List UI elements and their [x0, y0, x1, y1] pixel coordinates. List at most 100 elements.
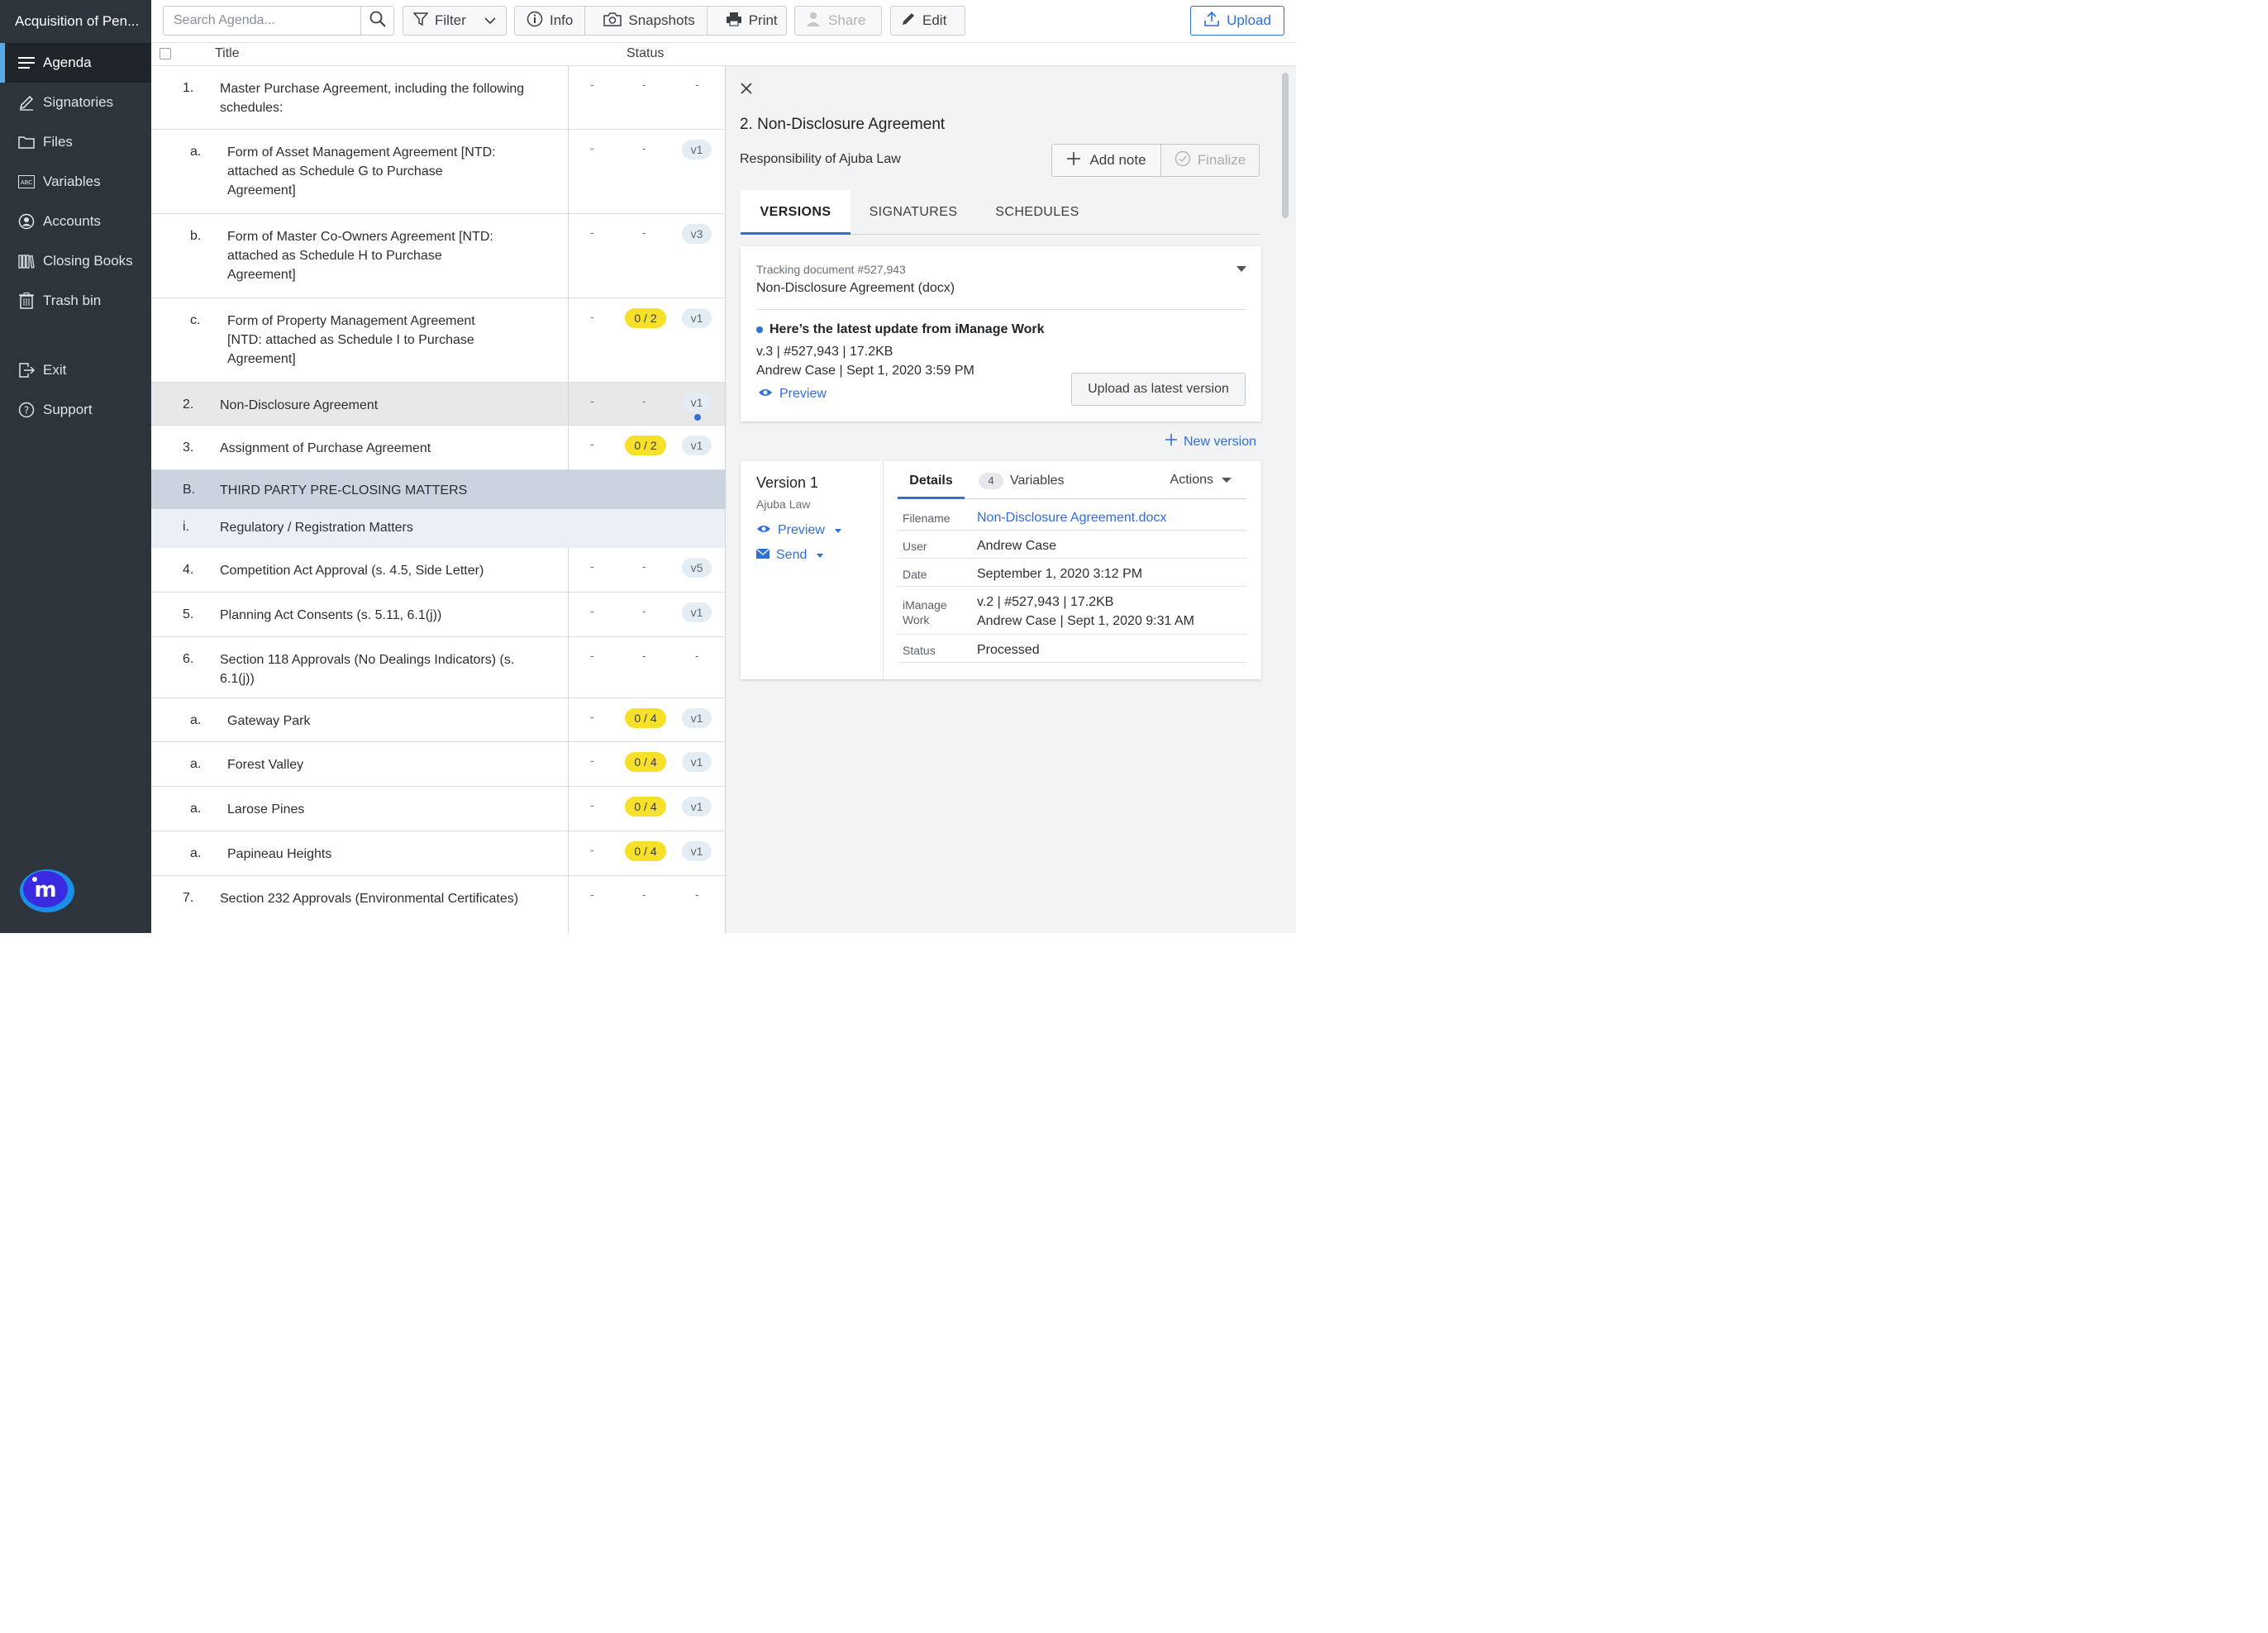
caret-down-icon: [817, 553, 824, 558]
detail-row-filename: Filename Non-Disclosure Agreement.docx: [898, 502, 1246, 531]
search-button[interactable]: [360, 7, 393, 35]
info-button[interactable]: Info: [515, 7, 586, 35]
column-header-status[interactable]: Status: [627, 46, 664, 61]
sidebar: Acquisition of Pen... Agenda Signatories…: [0, 0, 151, 933]
signature-count-badge[interactable]: 0 / 4: [625, 797, 666, 816]
tab-schedules[interactable]: SCHEDULES: [982, 190, 1093, 235]
agenda-row[interactable]: a. Papineau Heights - 0 / 4 v1: [151, 831, 725, 876]
agenda-row[interactable]: 6. Section 118 Approvals (No Dealings In…: [151, 637, 725, 698]
agenda-row[interactable]: a. Forest Valley - 0 / 4 v1: [151, 742, 725, 787]
sidebar-item-files[interactable]: Files: [0, 122, 151, 162]
version-badge[interactable]: v5: [682, 558, 712, 578]
tab-details[interactable]: Details: [898, 461, 965, 499]
books-icon: [18, 253, 35, 269]
version-badge[interactable]: v1: [682, 708, 712, 728]
add-note-button[interactable]: Add note: [1051, 144, 1161, 177]
agenda-row[interactable]: 5. Planning Act Consents (s. 5.11, 6.1(j…: [151, 593, 725, 637]
sidebar-item-label: Exit: [43, 362, 67, 378]
edit-button[interactable]: Edit: [890, 6, 965, 36]
preview-link[interactable]: Preview: [758, 387, 827, 402]
share-button[interactable]: Share: [794, 6, 882, 36]
agenda-row[interactable]: a. Form of Asset Management Agreement [N…: [151, 130, 725, 214]
version-badge[interactable]: v1: [682, 436, 712, 455]
filter-icon: [412, 12, 429, 31]
imanage-logo: m: [20, 868, 74, 914]
column-divider: [568, 66, 569, 129]
subsection-header-row[interactable]: i. Regulatory / Registration Matters: [151, 509, 725, 548]
tab-variables[interactable]: 4 Variables: [979, 473, 1065, 489]
agenda-row[interactable]: 7. Section 232 Approvals (Environmental …: [151, 876, 725, 933]
sidebar-item-trash-bin[interactable]: Trash bin: [0, 281, 151, 321]
search-input[interactable]: [164, 7, 360, 35]
status-dash: -: [642, 394, 646, 407]
version-badge[interactable]: v3: [682, 224, 712, 244]
version-badge[interactable]: v1: [682, 393, 712, 412]
signature-count-badge[interactable]: 0 / 4: [625, 752, 666, 772]
actions-dropdown[interactable]: Actions: [1170, 473, 1232, 488]
upload-button[interactable]: Upload: [1190, 6, 1284, 36]
agenda-row[interactable]: c. Form of Property Management Agreement…: [151, 298, 725, 383]
agenda-row-selected[interactable]: 2. Non-Disclosure Agreement - - v1: [151, 383, 725, 426]
sidebar-item-support[interactable]: ? Support: [0, 390, 151, 430]
sidebar-item-signatories[interactable]: Signatories: [0, 83, 151, 122]
sidebar-item-variables[interactable]: ABC Variables: [0, 162, 151, 202]
version-badge[interactable]: v1: [682, 602, 712, 622]
sidebar-item-accounts[interactable]: Accounts: [0, 202, 151, 241]
column-header-title[interactable]: Title: [215, 46, 240, 61]
svg-text:m: m: [34, 878, 56, 902]
sidebar-item-closing-books[interactable]: Closing Books: [0, 241, 151, 281]
filter-button[interactable]: Filter: [403, 6, 507, 36]
caret-down-icon: [834, 528, 841, 533]
signature-count-badge[interactable]: 0 / 2: [625, 436, 666, 455]
sidebar-item-agenda[interactable]: Agenda: [0, 43, 151, 83]
agenda-row[interactable]: a. Larose Pines - 0 / 4 v1: [151, 787, 725, 831]
agenda-row[interactable]: 4. Competition Act Approval (s. 4.5, Sid…: [151, 548, 725, 593]
detail-key: User: [903, 540, 927, 553]
sidebar-item-exit[interactable]: Exit: [0, 350, 151, 390]
filename-link[interactable]: Non-Disclosure Agreement.docx: [977, 508, 1166, 527]
caret-down-icon[interactable]: [1236, 266, 1246, 272]
signature-count-badge[interactable]: 0 / 2: [625, 308, 666, 328]
status-dash: -: [590, 141, 594, 155]
column-divider: [568, 383, 569, 425]
select-all-checkbox[interactable]: [160, 48, 171, 60]
version-badge[interactable]: v1: [682, 797, 712, 816]
print-button[interactable]: Print: [714, 7, 789, 35]
agenda-row[interactable]: 1. Master Purchase Agreement, including …: [151, 66, 725, 130]
sidebar-item-label: Closing Books: [43, 253, 133, 269]
version-badge[interactable]: v1: [682, 140, 712, 159]
column-divider: [568, 742, 569, 786]
column-divider: [568, 593, 569, 636]
check-circle-icon: [1174, 150, 1191, 171]
scrollbar-thumb[interactable]: [1282, 73, 1289, 218]
agenda-row[interactable]: a. Gateway Park - 0 / 4 v1: [151, 698, 725, 742]
upload-icon: [1203, 11, 1220, 31]
snapshots-button[interactable]: Snapshots: [592, 7, 708, 35]
sidebar-item-label: Variables: [43, 174, 101, 189]
version-badge[interactable]: v1: [682, 752, 712, 772]
envelope-icon: [755, 548, 770, 563]
agenda-row[interactable]: b. Form of Master Co-Owners Agreement [N…: [151, 214, 725, 298]
agenda-row[interactable]: 3. Assignment of Purchase Agreement - 0 …: [151, 426, 725, 470]
tab-signatures[interactable]: SIGNATURES: [856, 190, 970, 235]
column-divider: [568, 698, 569, 741]
version-badge[interactable]: v1: [682, 841, 712, 861]
panel-scrollbar[interactable]: [1279, 66, 1296, 933]
signature-count-badge[interactable]: 0 / 4: [625, 708, 666, 728]
close-icon[interactable]: [739, 81, 754, 96]
signature-count-badge[interactable]: 0 / 4: [625, 841, 666, 861]
version-badge[interactable]: v1: [682, 308, 712, 328]
tracking-document: Non-Disclosure Agreement (docx): [756, 281, 955, 295]
row-title: Form of Master Co-Owners Agreement [NTD:…: [227, 230, 493, 282]
new-version-button[interactable]: New version: [1165, 434, 1256, 450]
responsibility-text: Responsibility of Ajuba Law: [740, 152, 901, 166]
matter-title[interactable]: Acquisition of Pen...: [0, 0, 151, 43]
row-title: Section 118 Approvals (No Dealings Indic…: [220, 653, 515, 686]
update-version-info: v.3 | #527,943 | 17.2KB: [756, 345, 893, 359]
upload-latest-version-button[interactable]: Upload as latest version: [1071, 373, 1246, 406]
version-preview-dropdown[interactable]: Preview: [756, 523, 841, 538]
finalize-button[interactable]: Finalize: [1160, 144, 1260, 177]
version-send-dropdown[interactable]: Send: [755, 548, 824, 563]
tab-versions[interactable]: VERSIONS: [741, 190, 850, 235]
section-header-row[interactable]: B. THIRD PARTY PRE-CLOSING MATTERS: [151, 470, 725, 509]
